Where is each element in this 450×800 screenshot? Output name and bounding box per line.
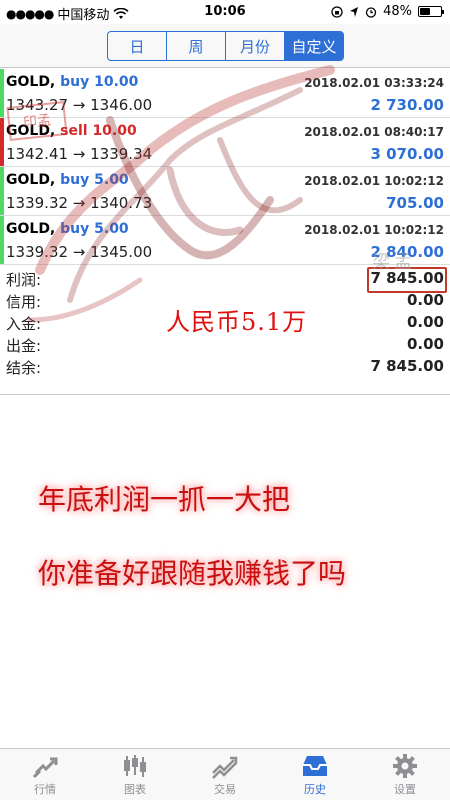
battery-percent: 48% <box>383 4 412 19</box>
trade-history-list: GOLD, buy 10.00 1343.27 → 1346.00 2018.0… <box>0 69 450 265</box>
alarm-icon <box>365 6 377 18</box>
status-right: 48% <box>331 4 444 19</box>
promo-caption-line-2: 你准备好跟随我赚钱了吗 <box>38 557 347 590</box>
summary-row-balance: 结余: 7 845.00 <box>0 355 450 377</box>
status-bar: ●●●●● 中国移动 10:06 48% <box>0 0 450 24</box>
trade-symbol: GOLD, <box>6 74 56 90</box>
summary-label: 入金: <box>6 315 42 333</box>
summary-value: 0.00 <box>406 335 444 353</box>
trade-row[interactable]: GOLD, buy 10.00 1343.27 → 1346.00 2018.0… <box>0 69 450 118</box>
trade-symbol: GOLD, <box>6 172 56 188</box>
summary-value: 0.00 <box>406 291 444 309</box>
watermark-text: 梁孟 <box>372 252 416 273</box>
chart-icon <box>124 754 146 777</box>
trade-profit: 705.00 <box>386 194 444 212</box>
tab-trade[interactable]: 交易 <box>180 749 270 800</box>
promo-caption-line-1: 年底利润一抓一大把 <box>38 483 291 516</box>
history-icon <box>303 755 327 776</box>
tab-label: 设置 <box>394 782 416 796</box>
tab-quotes[interactable]: 行情 <box>0 749 90 800</box>
trade-icon <box>212 756 238 779</box>
battery-icon <box>418 6 444 17</box>
summary-label: 出金: <box>6 337 42 355</box>
trade-direction: buy 10.00 <box>60 74 139 90</box>
trade-row[interactable]: GOLD, sell 10.00 1342.41 → 1339.34 2018.… <box>0 118 450 167</box>
rmb-amount-caption: 人民币5.1万 <box>166 308 308 336</box>
tab-settings[interactable]: 设置 <box>360 749 450 800</box>
trade-profit: 2 730.00 <box>370 96 444 114</box>
segment-month[interactable]: 月份 <box>226 32 285 60</box>
seal-stamp: 印孟 <box>6 101 68 141</box>
period-filter-bar: 日 周 月份 自定义 <box>0 24 450 68</box>
trade-side-bar <box>0 216 4 264</box>
segment-day[interactable]: 日 <box>108 32 167 60</box>
trade-prices: 1339.32 → 1340.73 <box>6 194 153 212</box>
bottom-tab-bar: 行情 图表 交易 历史 设置 <box>0 748 450 800</box>
tab-label: 交易 <box>214 782 236 796</box>
trade-time: 2018.02.01 08:40:17 <box>304 125 444 139</box>
summary-label: 利润: <box>6 271 42 289</box>
trade-profit: 3 070.00 <box>370 145 444 163</box>
rotation-lock-icon <box>331 5 343 18</box>
trade-prices: 1339.32 → 1345.00 <box>6 243 153 261</box>
tab-label: 图表 <box>124 782 146 796</box>
trade-row[interactable]: GOLD, buy 5.00 1339.32 → 1340.73 2018.02… <box>0 167 450 216</box>
period-segmented-control: 日 周 月份 自定义 <box>107 31 344 61</box>
trade-side-bar <box>0 167 4 215</box>
trade-time: 2018.02.01 03:33:24 <box>304 76 444 90</box>
quotes-icon <box>32 757 58 778</box>
trade-side-bar <box>0 118 4 166</box>
trade-prices: 1342.41 → 1339.34 <box>6 145 153 163</box>
settings-icon <box>393 753 417 778</box>
trade-direction: buy 5.00 <box>60 172 129 188</box>
tab-history[interactable]: 历史 <box>270 749 360 800</box>
segment-week[interactable]: 周 <box>167 32 226 60</box>
trade-direction: sell 10.00 <box>60 123 137 139</box>
trade-direction: buy 5.00 <box>60 221 129 237</box>
summary-label: 信用: <box>6 293 42 311</box>
summary-label: 结余: <box>6 359 42 377</box>
location-icon <box>350 6 359 17</box>
segment-custom[interactable]: 自定义 <box>285 32 343 60</box>
tab-label: 历史 <box>304 782 326 796</box>
summary-value: 0.00 <box>406 313 444 331</box>
tab-label: 行情 <box>34 782 56 796</box>
trade-symbol: GOLD, <box>6 221 56 237</box>
tab-chart[interactable]: 图表 <box>90 749 180 800</box>
trade-side-bar <box>0 69 4 117</box>
trade-time: 2018.02.01 10:02:12 <box>304 223 444 237</box>
summary-value: 7 845.00 <box>370 357 444 375</box>
trade-time: 2018.02.01 10:02:12 <box>304 174 444 188</box>
